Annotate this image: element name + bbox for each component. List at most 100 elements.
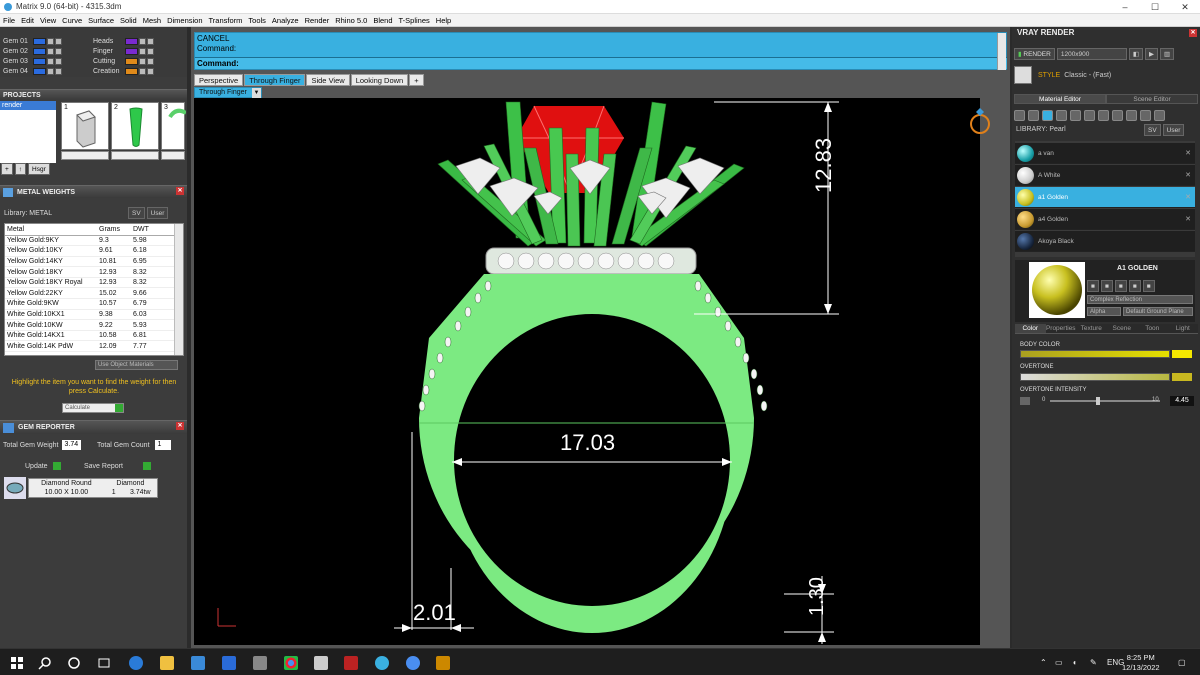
layer-row-gem04[interactable]: Gem 04 [3,66,62,76]
visibility-icon[interactable] [55,37,62,45]
project-thumbnail-2[interactable]: 2 [111,102,159,150]
tab-scene[interactable]: Scene [1106,324,1137,334]
lib-user-button[interactable]: User [1162,124,1185,136]
save-icon[interactable]: ◧ [1128,47,1143,60]
tab-light[interactable]: Light [1167,324,1198,334]
layer-color-swatch[interactable] [125,37,138,45]
metal-table-scrollbar[interactable] [174,224,183,355]
hsgr-button[interactable]: Hsgr [28,163,50,175]
play-icon[interactable]: ▶ [1145,47,1158,60]
remove-icon[interactable]: ✕ [1185,149,1191,157]
project-item[interactable]: render [0,101,56,110]
table-row[interactable]: 10.00 X 10.00 1 3.74tw [29,488,157,497]
column-header-dwt[interactable]: DWT [131,224,175,236]
render-button[interactable]: ▮ RENDER [1014,47,1055,60]
style-row[interactable]: STYLE Classic - (Fast) [1014,65,1198,85]
folder-icon[interactable] [1126,109,1137,121]
command-input[interactable]: Command: [195,57,1007,69]
save-report-button[interactable]: Save Report [84,462,151,470]
texture-icon[interactable] [1056,109,1067,121]
reflection-select[interactable]: Complex Reflection [1087,295,1193,304]
visibility-icon[interactable] [55,47,62,55]
thumbnail-controls[interactable] [111,151,159,160]
menu-transform[interactable]: Transform [206,16,246,25]
menu-analyze[interactable]: Analyze [269,16,302,25]
gem-icon[interactable] [1028,109,1039,121]
project-thumbnail-1[interactable]: 1 [61,102,109,150]
visibility-icon[interactable] [55,67,62,75]
projects-list[interactable]: render [0,101,56,163]
body-color-slider[interactable] [1020,350,1170,358]
visibility-icon[interactable] [147,47,154,55]
windows-start-icon[interactable] [10,656,24,670]
visibility-icon[interactable] [147,37,154,45]
tab-through-finger[interactable]: Through Finger [244,74,306,86]
light-icon[interactable] [1154,109,1165,121]
alpha-field[interactable]: Alpha [1087,307,1121,316]
menu-tools[interactable]: Tools [245,16,269,25]
project-thumbnail-3[interactable]: 3 [161,102,188,150]
layout-icon[interactable]: ▥ [1160,47,1175,60]
list-item[interactable]: A White ✕ [1015,165,1195,186]
visibility-icon[interactable] [55,57,62,65]
layer-row-finger[interactable]: Finger [93,46,154,56]
intensity-value-field[interactable]: 4.45 [1170,396,1194,406]
lock-icon[interactable] [139,47,146,55]
remove-icon[interactable]: ✕ [1185,171,1191,179]
sphere-icon[interactable] [1014,109,1025,121]
list-item[interactable]: a van ✕ [1015,143,1195,164]
minimize-button[interactable]: – [1110,0,1140,14]
tab-color[interactable]: Color [1015,324,1046,334]
menu-view[interactable]: View [37,16,59,25]
lock-icon[interactable] [139,57,146,65]
list-item[interactable]: Akoya Black [1015,231,1195,252]
table-row[interactable]: Yellow Gold:18KY Royal 12.93 8.32 [5,277,175,289]
chrome-icon[interactable] [284,656,298,670]
column-header-metal[interactable]: Metal [5,224,97,236]
3d-viewport[interactable]: 12.83 17.03 2.01 1.30 [194,98,990,645]
material-icon[interactable] [1042,109,1053,121]
copy-icon[interactable] [1098,109,1109,121]
lock-icon[interactable] [47,47,54,55]
table-row[interactable]: White Gold:10KX1 9.38 6.03 [5,309,175,321]
edge-icon[interactable] [129,656,143,670]
pen-icon[interactable]: ✎ [1090,658,1097,667]
menu-surface[interactable]: Surface [85,16,117,25]
update-button[interactable]: Update [25,462,61,470]
menu-file[interactable]: File [0,16,18,25]
lock-icon[interactable] [47,57,54,65]
tab-material-editor[interactable]: Material Editor [1014,94,1106,104]
close-button[interactable]: ✕ [1170,0,1200,14]
cortana-icon[interactable] [67,656,81,670]
column-header-grams[interactable]: Grams [97,224,131,236]
overtone-swatch[interactable] [1172,373,1192,381]
layer-row-gem01[interactable]: Gem 01 [3,36,62,46]
tab-perspective[interactable]: Perspective [194,74,244,86]
table-row[interactable]: Yellow Gold:10KY 9.61 6.18 [5,245,175,257]
add-project-button[interactable]: + [1,163,13,175]
calculate-button[interactable]: Calculate [62,403,124,413]
table-row[interactable]: Yellow Gold:9KY 9.3 5.98 [5,235,175,247]
lock-icon[interactable] [139,67,146,75]
menu-edit[interactable]: Edit [18,16,37,25]
tool-icon[interactable]: ■ [1100,280,1113,292]
table-row[interactable]: Yellow Gold:22KY 15.02 9.66 [5,287,175,300]
tool-icon[interactable]: ■ [1087,280,1099,292]
tab-scene-editor[interactable]: Scene Editor [1106,94,1198,104]
layer-row-gem03[interactable]: Gem 03 [3,56,62,66]
tab-side-view[interactable]: Side View [306,74,350,86]
tool-icon[interactable]: ■ [1114,280,1127,292]
use-object-materials-select[interactable]: Use Object Materials [95,360,178,370]
viewport-dropdown[interactable]: Through Finger ▼ [194,87,262,98]
layer-color-swatch[interactable] [33,67,46,75]
ground-plane-select[interactable]: Default Ground Plane [1123,307,1193,316]
menu-dimension[interactable]: Dimension [164,16,205,25]
table-row[interactable]: Yellow Gold:14KY 10.81 6.95 [5,256,175,268]
thumbnail-controls[interactable] [61,151,109,160]
table-row[interactable]: White Gold:9KW 10.57 6.79 [5,298,175,310]
thumbnail-controls[interactable] [161,151,185,160]
notification-icon[interactable]: ▢ [1178,658,1186,667]
tab-toon[interactable]: Toon [1137,324,1168,334]
menu-help[interactable]: Help [433,16,454,25]
tool-icon[interactable]: ■ [1128,280,1141,292]
